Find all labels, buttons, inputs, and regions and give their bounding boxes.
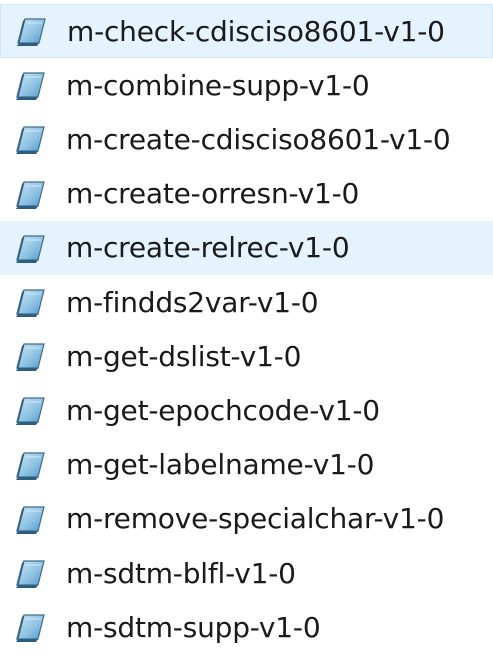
list-item[interactable]: m-sdtm-blfl-v1-0 (0, 546, 493, 600)
list-item[interactable]: m-findds2var-v1-0 (0, 275, 493, 329)
file-name-label: m-sdtm-supp-v1-0 (66, 610, 321, 644)
sas-program-file-icon (12, 121, 48, 157)
list-item[interactable]: m-create-relrec-v1-0 (0, 220, 493, 275)
list-item[interactable]: m-get-epochcode-v1-0 (0, 383, 493, 437)
sas-program-file-icon (12, 338, 48, 374)
list-item[interactable]: m-combine-supp-v1-0 (0, 58, 493, 112)
file-list: m-check-cdisciso8601-v1-0 m-combine-supp… (0, 0, 493, 656)
list-item[interactable]: m-create-cdisciso8601-v1-0 (0, 112, 493, 166)
list-item[interactable]: m-sdtm-supp-v1-0 (0, 600, 493, 654)
sas-program-file-icon (12, 230, 48, 266)
sas-program-file-icon (12, 501, 48, 537)
file-name-label: m-get-epochcode-v1-0 (66, 393, 380, 427)
list-item[interactable]: m-get-labelname-v1-0 (0, 438, 493, 492)
file-name-label: m-get-labelname-v1-0 (66, 448, 375, 482)
list-item[interactable]: m-create-orresn-v1-0 (0, 167, 493, 221)
list-item[interactable]: m-check-cdisciso8601-v1-0 (0, 4, 493, 58)
file-name-label: m-get-dslist-v1-0 (66, 339, 302, 373)
sas-program-file-icon (12, 555, 48, 591)
list-item[interactable]: m-remove-specialchar-v1-0 (0, 492, 493, 546)
file-name-label: m-remove-specialchar-v1-0 (66, 502, 445, 536)
file-name-label: m-create-cdisciso8601-v1-0 (66, 122, 451, 156)
file-name-label: m-findds2var-v1-0 (66, 285, 319, 319)
file-name-label: m-check-cdisciso8601-v1-0 (67, 14, 445, 48)
file-name-label: m-sdtm-blfl-v1-0 (66, 556, 296, 590)
sas-program-file-icon (13, 13, 49, 49)
file-name-label: m-combine-supp-v1-0 (66, 68, 370, 102)
file-name-label: m-create-relrec-v1-0 (66, 231, 350, 265)
sas-program-file-icon (12, 392, 48, 428)
sas-program-file-icon (12, 67, 48, 103)
sas-program-file-icon (12, 284, 48, 320)
sas-program-file-icon (12, 609, 48, 645)
sas-program-file-icon (12, 447, 48, 483)
sas-program-file-icon (12, 176, 48, 212)
file-name-label: m-create-orresn-v1-0 (66, 177, 360, 211)
list-item[interactable]: m-get-dslist-v1-0 (0, 329, 493, 383)
